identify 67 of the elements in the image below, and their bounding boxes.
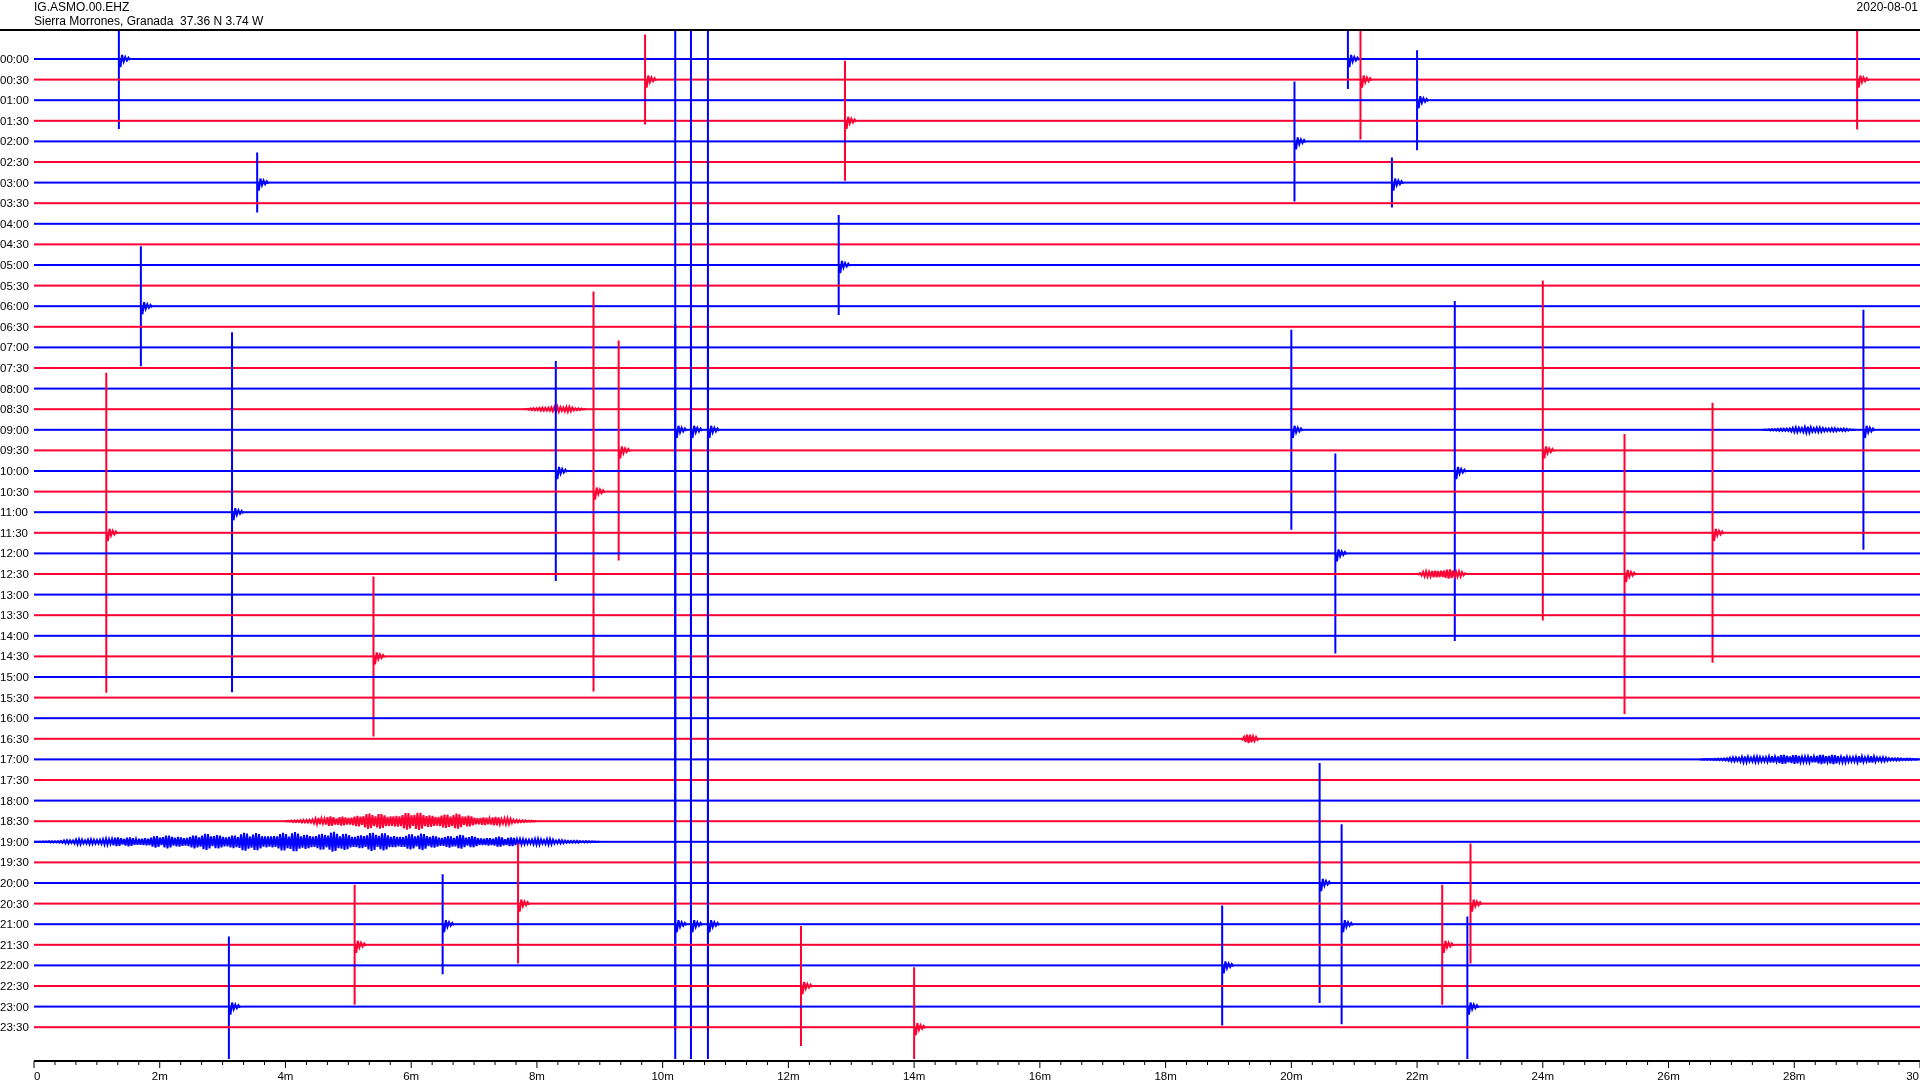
- time-label: 00:30: [0, 73, 29, 86]
- x-tick-label: 16m: [1028, 1070, 1052, 1080]
- time-label: 14:00: [0, 629, 29, 642]
- x-tick-label: 18m: [1154, 1070, 1177, 1080]
- time-label: 01:30: [0, 114, 29, 127]
- time-label: 21:30: [0, 938, 29, 951]
- time-label: 02:30: [0, 156, 29, 168]
- time-label: 04:00: [0, 217, 29, 230]
- time-label: 00:00: [0, 53, 29, 65]
- x-tick-label: 4m: [277, 1070, 294, 1080]
- time-label: 20:30: [0, 897, 29, 910]
- time-label: 18:00: [0, 794, 29, 807]
- time-label: 06:00: [0, 300, 29, 313]
- time-label: 05:00: [0, 259, 29, 271]
- x-tick-label: 14m: [902, 1070, 926, 1080]
- x-tick-label: 26m: [1657, 1070, 1680, 1080]
- x-tick-label: 22m: [1405, 1070, 1429, 1080]
- time-label: 12:30: [0, 568, 29, 580]
- time-label: 07:30: [0, 362, 29, 374]
- time-label: 08:00: [0, 382, 29, 395]
- x-tick-label: 6m: [403, 1070, 420, 1080]
- time-label: 06:30: [0, 320, 29, 333]
- time-label: 16:30: [0, 732, 29, 745]
- time-label: 15:00: [0, 671, 29, 683]
- date-label: 2020-08-01: [1856, 0, 1918, 16]
- time-label: 13:30: [0, 609, 29, 622]
- time-label: 22:30: [0, 980, 29, 992]
- time-label: 16:00: [0, 712, 29, 725]
- time-label: 13:00: [0, 588, 29, 601]
- time-label: 23:30: [0, 1021, 29, 1034]
- x-tick-label: 24m: [1531, 1070, 1554, 1080]
- time-label: 09:30: [0, 444, 29, 457]
- time-label: 20:00: [0, 877, 29, 889]
- time-label: 07:00: [0, 341, 29, 354]
- time-label: 02:00: [0, 135, 29, 148]
- time-label: 12:00: [0, 547, 29, 560]
- time-label: 05:30: [0, 279, 29, 292]
- time-label: 03:30: [0, 197, 29, 210]
- time-label: 22:00: [0, 959, 29, 972]
- time-label: 03:00: [0, 176, 29, 189]
- time-label: 11:30: [0, 526, 28, 539]
- x-tick-label: 10m: [651, 1070, 674, 1080]
- time-label: 23:00: [0, 1000, 29, 1013]
- time-label: 17:00: [0, 753, 29, 766]
- time-label: 08:30: [0, 403, 29, 416]
- x-tick-label: 20m: [1280, 1070, 1303, 1080]
- time-label: 11:00: [0, 506, 28, 519]
- x-tick-label: 12m: [777, 1070, 800, 1080]
- time-label: 04:30: [0, 238, 29, 251]
- time-label: 15:30: [0, 691, 29, 704]
- time-label: 14:30: [0, 650, 29, 663]
- time-label: 09:00: [0, 423, 29, 436]
- time-label: 10:30: [0, 485, 29, 498]
- time-label: 17:30: [0, 774, 29, 786]
- x-tick-label: 2m: [151, 1070, 168, 1080]
- x-tick-label: 8m: [528, 1070, 545, 1080]
- x-tick-label: 0: [34, 1070, 41, 1080]
- time-label: 19:30: [0, 856, 29, 869]
- time-label: 01:00: [0, 94, 29, 107]
- x-tick-label: 30: [1906, 1070, 1919, 1080]
- x-tick-label: 28m: [1783, 1070, 1806, 1080]
- time-label: 18:30: [0, 815, 29, 828]
- time-label: 10:00: [0, 465, 29, 477]
- time-label: 21:00: [0, 918, 29, 931]
- station-location: Sierra Morrones, Granada 37.36 N 3.74 W: [34, 14, 264, 28]
- station-code: IG.ASMO.00.EHZ: [34, 0, 131, 14]
- time-label: 19:00: [0, 835, 29, 848]
